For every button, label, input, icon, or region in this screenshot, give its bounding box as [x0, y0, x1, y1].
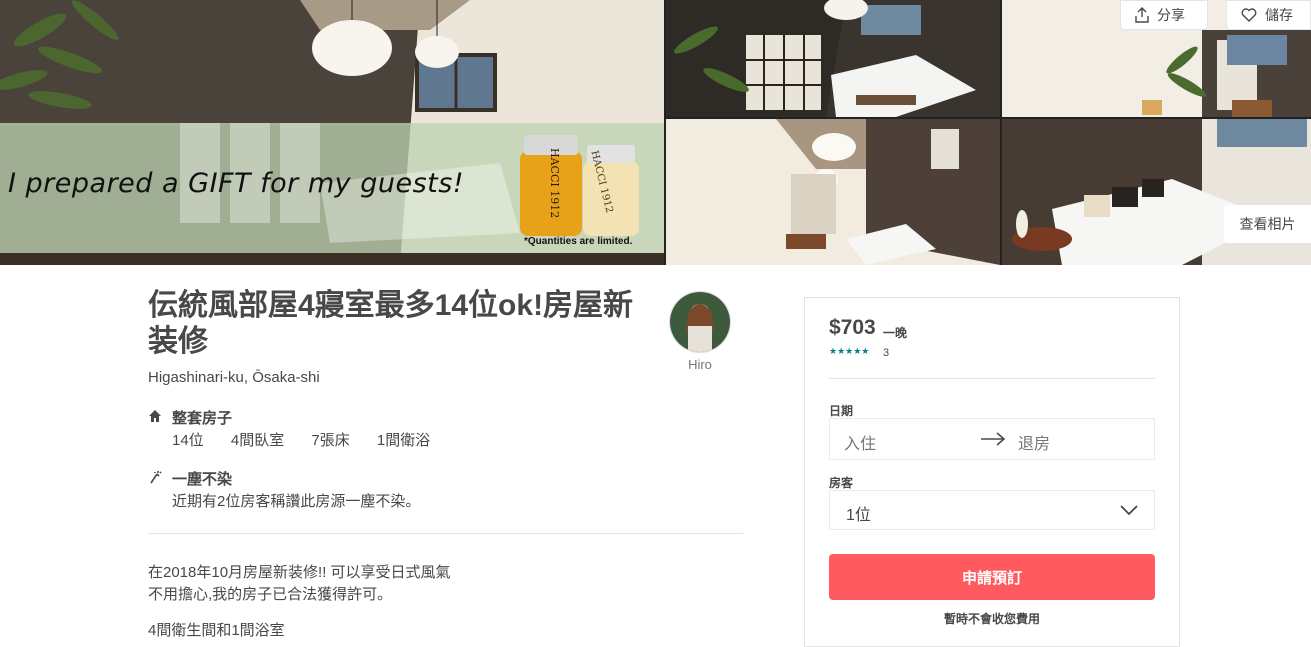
share-button[interactable]: 分享 [1120, 0, 1208, 30]
clean-detail: 近期有2位房客稱讚此房源一塵不染。 [172, 493, 421, 510]
no-charge-note: 暫時不會收您費用 [943, 612, 1040, 626]
description-line-1: 在2018年10月房屋新装修!! 可以享受日式風氣 [148, 564, 451, 581]
bedroom-count: 4間臥室 [230, 432, 285, 449]
per-night-label: 一晚 [883, 326, 908, 340]
guest-capacity: 14位 [172, 432, 204, 449]
listing-location[interactable]: Higashinari-ku, Ōsaka-shi [148, 369, 320, 386]
booking-divider [829, 378, 1155, 379]
date-range-picker: 入住 退房 [829, 418, 1155, 460]
home-type-feature: 整套房子 14位 4間臥室 7張床 1間衛浴 [148, 407, 748, 451]
booking-card: $703 一晚 ★★★★★ 3 日期 入住 退房 房客 1位 申請預訂 暫時不會… [804, 297, 1180, 647]
honey-jar-image [520, 135, 639, 236]
host-profile[interactable]: Hiro [669, 291, 731, 372]
nightly-price: $703 [829, 316, 876, 339]
chevron-down-icon [1120, 505, 1138, 516]
description-line-3: 4間衛生間和1間浴室 [148, 622, 285, 639]
gift-quantity-note: *Quantities are limited. [524, 236, 633, 247]
jar-label-1: HACCI 1912 [548, 148, 561, 219]
share-label: 分享 [1157, 7, 1185, 23]
photo-2[interactable] [666, 0, 1000, 117]
dates-label: 日期 [829, 404, 854, 418]
host-avatar[interactable] [669, 291, 731, 353]
home-icon [149, 410, 161, 422]
photo-gallery: I prepared a GIFT for my guests! *Quanti… [0, 0, 1311, 265]
photo-4[interactable] [666, 119, 1000, 265]
check-in-input[interactable]: 入住 [844, 430, 876, 454]
photo-5[interactable] [1002, 119, 1311, 265]
clean-feature: 一塵不染 近期有2位房客稱讚此房源一塵不染。 [148, 468, 748, 512]
gift-promo-text: I prepared a GIFT for my guests! [8, 168, 465, 199]
guests-value: 1位 [846, 507, 871, 524]
share-icon [1135, 7, 1149, 23]
sparkle-icon [150, 471, 162, 484]
section-divider [148, 533, 743, 534]
rating-stars[interactable]: ★★★★★ [829, 346, 869, 357]
guests-label: 房客 [829, 476, 854, 490]
view-photos-button[interactable]: 查看相片 [1224, 205, 1311, 243]
home-type-details: 14位 4間臥室 7張床 1間衛浴 [172, 429, 453, 450]
reserve-button[interactable]: 申請預訂 [829, 554, 1155, 600]
check-out-input[interactable]: 退房 [1018, 430, 1050, 454]
home-type-heading: 整套房子 [172, 410, 233, 427]
host-name: Hiro [688, 357, 712, 372]
review-count[interactable]: 3 [883, 347, 889, 359]
save-label: 儲存 [1265, 7, 1293, 23]
save-button[interactable]: 儲存 [1226, 0, 1311, 30]
bed-count: 7張床 [311, 432, 350, 449]
clean-heading: 一塵不染 [172, 471, 233, 488]
description-line-2: 不用擔心,我的房子已合法獲得許可。 [148, 586, 393, 603]
guests-select[interactable]: 1位 [829, 490, 1155, 530]
bathroom-count: 1間衛浴 [376, 432, 431, 449]
listing-title: 伝統風部屋4寢室最多14位ok!房屋新装修 [148, 289, 634, 358]
arrow-right-icon [981, 432, 1006, 446]
heart-icon [1241, 8, 1257, 22]
